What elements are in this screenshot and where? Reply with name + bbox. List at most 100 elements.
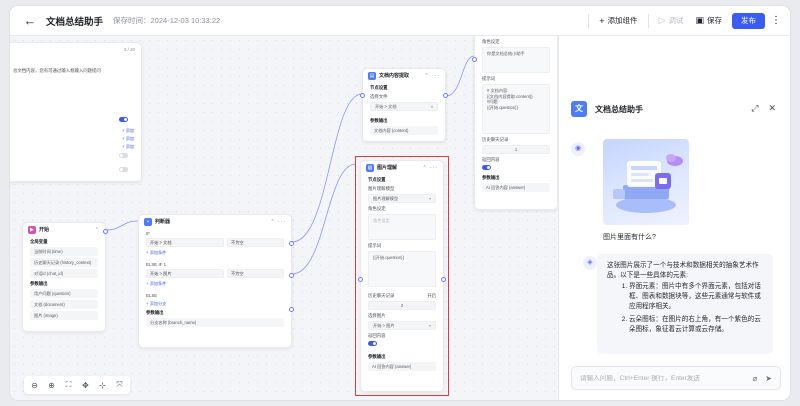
global-var-item: 当前时间 (time) xyxy=(30,247,98,256)
uploaded-image[interactable] xyxy=(603,139,689,225)
close-icon[interactable]: ✕ xyxy=(768,103,776,114)
start-node-port[interactable] xyxy=(103,229,108,234)
global-var-item: 对话id (chat_id) xyxy=(30,269,98,278)
illustration-icon xyxy=(613,154,683,213)
edge-judge-img xyxy=(291,163,357,275)
reply-list-item: 云朵图标：在图片的右上角，有一个紫色的云朵图标，象征着云计算或云存储。 xyxy=(629,315,763,335)
reply-list-item: 界面元素：图片中有多个界面元素，包括对话框、图表和数据块等，这些元素通常与软件或… xyxy=(629,282,763,312)
ai-prompt-label: 提示词 xyxy=(482,76,496,81)
doc-file-select[interactable]: 开始 > 文档 ▾ xyxy=(370,102,438,111)
doc-icon: ▤ xyxy=(368,71,376,80)
node-controls-icon[interactable]: ⌃ ··· xyxy=(424,73,440,79)
save-time: 保存时间：2024-12-03 10:33:22 xyxy=(113,16,221,25)
ai-return-label: 返回内容 xyxy=(482,157,500,162)
left-add-link-1[interactable]: + 添加 xyxy=(115,128,141,134)
start-node[interactable]: ▶ 开始 ⌃ 全局变量 当前时间 (time) 历史聊天记录 (history_… xyxy=(22,222,108,332)
user-avatar-icon: ◉ xyxy=(571,142,585,156)
doc-out-port[interactable] xyxy=(443,93,448,98)
elseif-left-select[interactable]: 开始 > 图片 xyxy=(146,269,224,278)
param-item: 用户问题 (question) xyxy=(30,289,98,298)
elseif-port[interactable] xyxy=(289,273,294,278)
start-node-title: 开始 xyxy=(39,227,50,233)
judge-node-title: 判断器 xyxy=(155,219,171,225)
doc-output-value: 文档内容 (content) xyxy=(370,126,438,135)
top-bar: ← 文档总结助手 保存时间：2024-12-03 10:33:22 + 添加组件… xyxy=(10,6,790,36)
left-toggle[interactable] xyxy=(119,117,128,122)
left-partial-node[interactable]: 3 / 20 总文档内容，您有可通过输入框输入问题提问 + 添加 + 添加 + … xyxy=(10,42,142,182)
ai-in-port[interactable] xyxy=(472,57,477,62)
chat-debug-panel: 文 文档总结助手 ⤢ ✕ ◉ 图片里面有什么? ◈ 这张图片展示了一个与技术和数… xyxy=(558,36,790,400)
ai-output-value: AI 回答内容 (answer) xyxy=(482,183,550,192)
reply-list: 界面元素：图片中有多个界面元素，包括对话框、图表和数据块等，这些元素通常与软件或… xyxy=(607,282,763,335)
node-controls-icon[interactable]: ⌃ ··· xyxy=(270,219,286,225)
doc-in-port[interactable] xyxy=(360,93,365,98)
judge-output-section: 参数输出 xyxy=(146,310,164,315)
edge-judge-doc xyxy=(291,93,363,243)
page-title: 文档总结助手 xyxy=(46,16,104,28)
elseif-condition-row: 开始 > 图片 不为空 xyxy=(146,269,284,278)
add-branch-link[interactable]: + 添加分支 xyxy=(139,301,291,307)
debug-button[interactable]: ▷ 调试 xyxy=(653,12,690,30)
drag-mode-icon[interactable]: ✥ xyxy=(81,381,90,390)
reset-view-icon[interactable]: ⤧ xyxy=(115,380,124,390)
start-node-header: ▶ 开始 ⌃ xyxy=(23,223,105,236)
elseif-add-condition[interactable]: + 添加条件 xyxy=(139,281,291,287)
doc-extract-node[interactable]: ▤ 文档内容提取 ⌃ ··· 节点设置 选择文件 开始 > 文档 ▾ 参数输出 … xyxy=(360,68,448,142)
start-node-icon: ▶ xyxy=(28,225,36,234)
doc-file-value: 开始 > 文档 xyxy=(375,104,397,109)
left-add-link-3[interactable]: + 添加 xyxy=(115,144,141,150)
publish-button[interactable]: 发布 xyxy=(732,12,765,29)
toolbar-divider xyxy=(588,13,590,28)
judge-node[interactable]: ⑂ 判断器 ⌃ ··· IF 开始 > 文档 不为空 + 添加条件 ELSE I… xyxy=(138,214,294,348)
elseif-op-select[interactable]: 不为空 xyxy=(227,269,284,278)
plus-icon: + xyxy=(599,15,605,26)
ai-prompt-textarea[interactable]: # 文档内容 {{文档内容提取.content}} #问题 {{开始.quest… xyxy=(482,84,550,134)
ai-history-stepper[interactable]: 1 xyxy=(482,145,550,154)
ai-role-textarea[interactable]: 你是文档总结小助手 xyxy=(482,47,550,73)
zoom-out-icon[interactable]: ⊖ xyxy=(30,381,39,390)
bot-avatar-icon: ◈ xyxy=(583,256,597,270)
else-label: ELSE xyxy=(146,293,158,298)
left-toggle-off-1[interactable] xyxy=(119,153,128,158)
if-port[interactable] xyxy=(289,241,294,246)
ai-role-label: 角色设定 xyxy=(482,39,500,44)
if-op-select[interactable]: 不为空 xyxy=(227,238,284,247)
doc-output-section: 参数输出 xyxy=(370,118,388,123)
workflow-canvas[interactable]: 3 / 20 总文档内容，您有可通过输入框输入问题提问 + 添加 + 添加 + … xyxy=(10,36,558,400)
if-left-select[interactable]: 开始 > 文档 xyxy=(146,238,224,247)
global-var-item: 历史聊天记录 (history_context) xyxy=(30,258,98,267)
zoom-in-icon[interactable]: ⊕ xyxy=(47,381,56,390)
param-output-section: 参数输出 xyxy=(30,281,48,286)
expand-icon[interactable]: ⤢ xyxy=(751,103,758,114)
left-toggle-off-2[interactable] xyxy=(119,167,128,172)
send-icon[interactable]: ➤ xyxy=(765,374,772,383)
judge-node-header: ⑂ 判断器 ⌃ ··· xyxy=(139,215,291,228)
chat-input[interactable] xyxy=(580,374,745,382)
auto-layout-icon[interactable]: ⊹ xyxy=(98,381,107,390)
if-condition-row: 开始 > 文档 不为空 xyxy=(146,238,284,247)
selected-node-highlight xyxy=(355,156,449,396)
app-frame: ← 文档总结助手 保存时间：2024-12-03 10:33:22 + 添加组件… xyxy=(10,6,790,400)
debug-label: 调试 xyxy=(668,16,684,25)
left-add-link-2[interactable]: + 添加 xyxy=(115,136,141,142)
back-arrow-icon[interactable]: ← xyxy=(22,13,38,29)
attachment-icon[interactable]: ⌀ xyxy=(752,374,757,383)
reply-intro: 这张图片展示了一个与技术和数据相关的抽象艺术作品。以下是一些具体的元素: xyxy=(607,262,759,279)
edge-start-judge xyxy=(105,220,139,231)
add-component-button[interactable]: + 添加组件 xyxy=(593,12,643,30)
add-component-label: 添加组件 xyxy=(607,16,638,25)
else-port[interactable] xyxy=(289,307,294,312)
param-item: 图片 (image) xyxy=(30,311,98,320)
param-item: 文档 (document) xyxy=(30,300,98,309)
left-desc-text: 总文档内容，您有可通过输入框输入问题提问 xyxy=(13,68,101,73)
ai-chat-node[interactable]: 角色设定 你是文档总结小助手 提示词 # 文档内容 {{文档内容提取.conte… xyxy=(472,36,558,210)
if-add-condition[interactable]: + 添加条件 xyxy=(139,250,291,256)
more-menu-icon[interactable]: ⋮ xyxy=(771,15,781,26)
ai-return-toggle[interactable] xyxy=(482,165,491,170)
if-label: IF xyxy=(146,231,150,236)
fit-view-icon[interactable]: ⛶ xyxy=(64,380,73,390)
elseif-label: ELSE IF 1 xyxy=(146,262,167,267)
save-button[interactable]: ▣ 保存 xyxy=(689,12,728,30)
collapse-icon[interactable]: ⌃ xyxy=(95,227,100,233)
doc-node-title: 文档内容提取 xyxy=(379,73,410,79)
